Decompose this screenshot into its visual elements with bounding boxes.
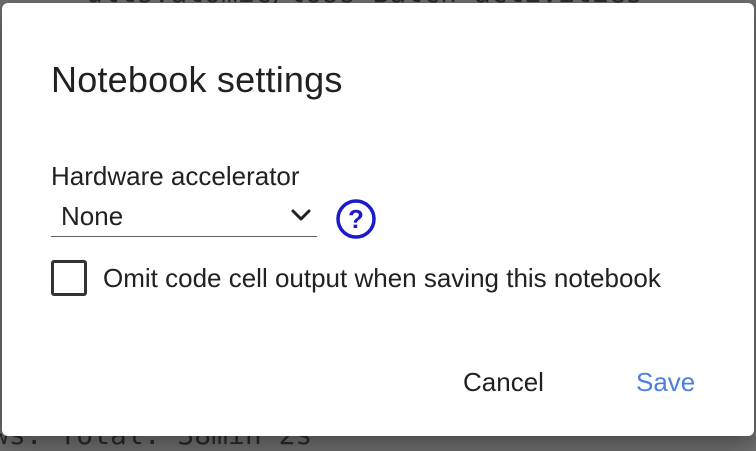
svg-text:?: ?: [348, 204, 364, 234]
omit-output-row: Omit code cell output when saving this n…: [51, 258, 661, 298]
hardware-accelerator-value: None: [61, 201, 124, 231]
cancel-button[interactable]: Cancel: [463, 367, 544, 398]
help-question-icon[interactable]: ?: [335, 198, 377, 240]
hardware-accelerator-select[interactable]: None: [51, 199, 317, 237]
chevron-down-icon: [291, 209, 311, 221]
omit-output-label[interactable]: Omit code cell output when saving this n…: [103, 263, 661, 294]
hardware-accelerator-label: Hardware accelerator: [51, 161, 300, 191]
save-button[interactable]: Save: [636, 367, 695, 398]
dialog-title: Notebook settings: [51, 59, 343, 100]
omit-output-checkbox[interactable]: [51, 260, 87, 296]
notebook-settings-dialog: Notebook settings Hardware accelerator N…: [2, 3, 754, 436]
